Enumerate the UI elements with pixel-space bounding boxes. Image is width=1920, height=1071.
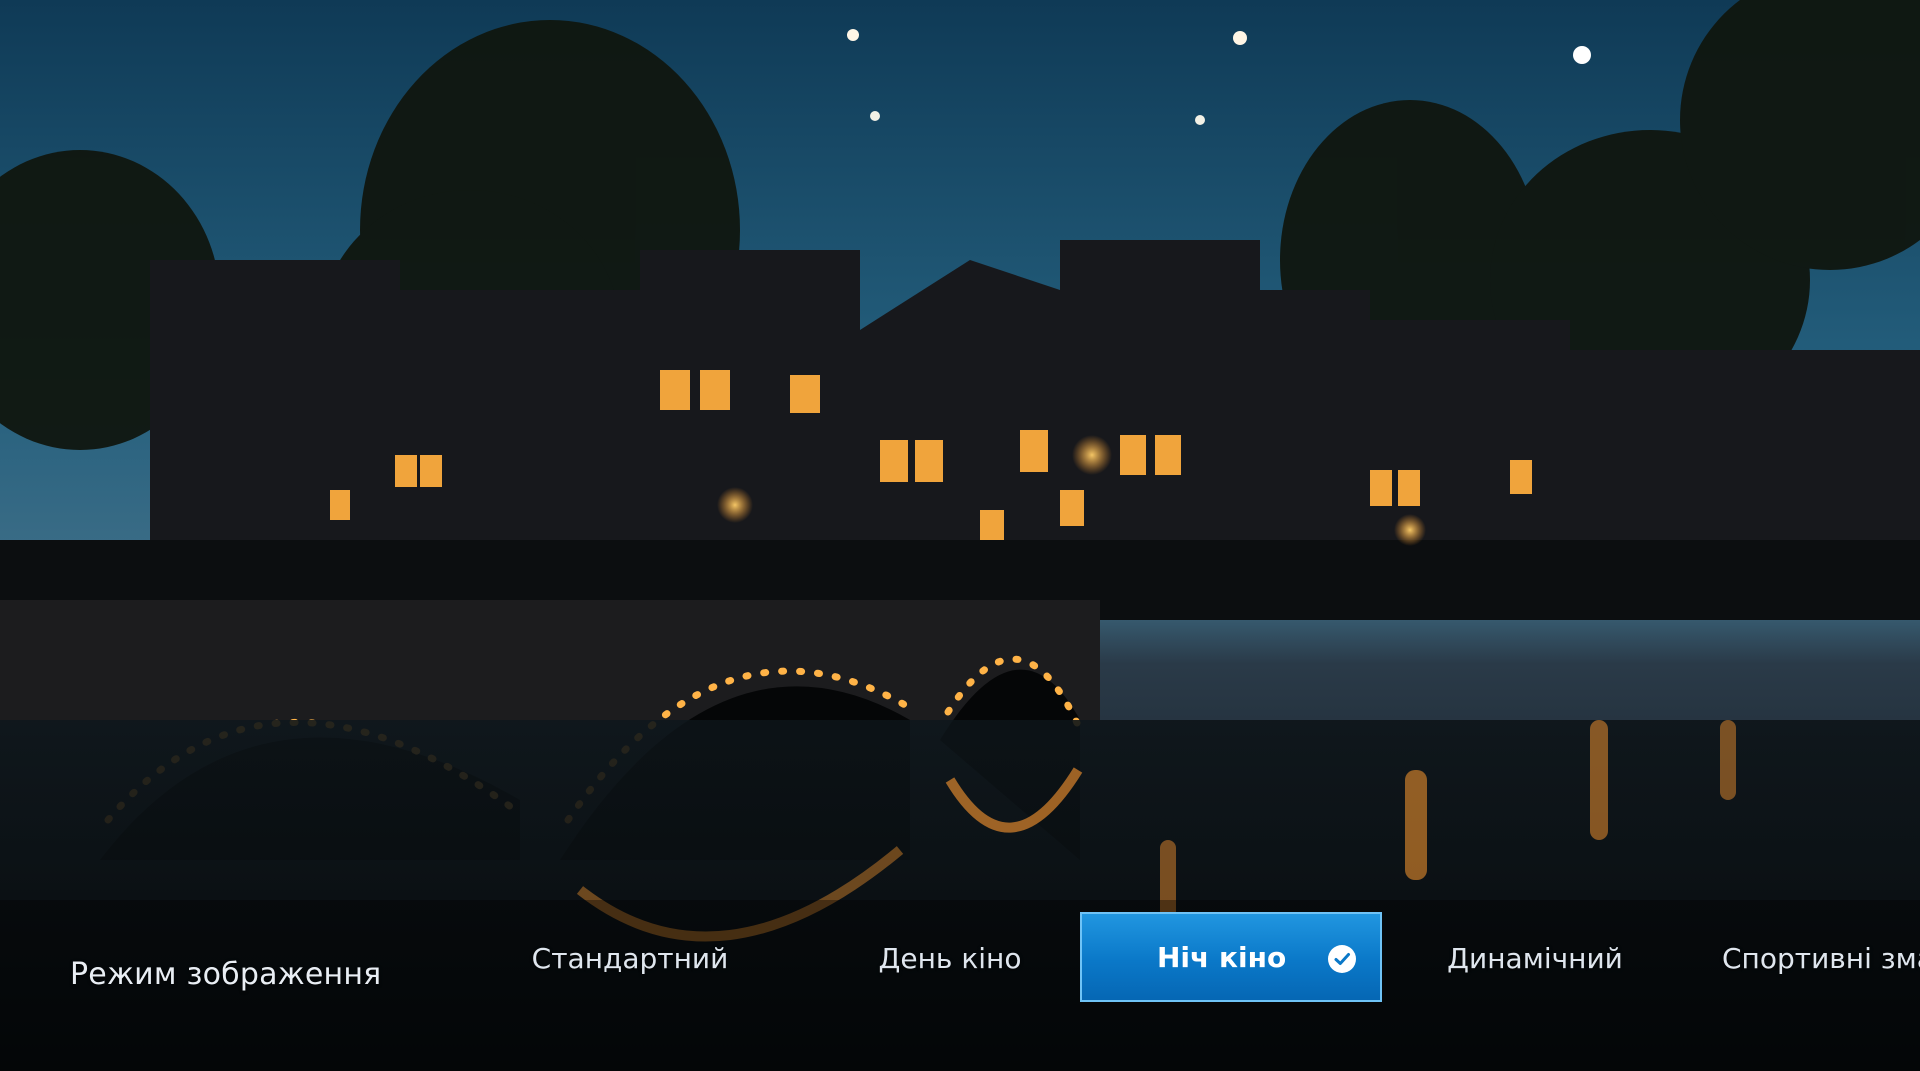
sky-light: [1195, 115, 1205, 125]
tv-screen: Режим зображення Стандартний День кіно Н…: [0, 0, 1920, 1071]
mode-label: День кіно: [878, 941, 1022, 975]
street-lamp: [1072, 435, 1112, 475]
mode-dynamic[interactable]: Динамічний: [1425, 912, 1645, 1004]
checkmark-icon: [1328, 945, 1356, 973]
sky-light: [1233, 31, 1247, 45]
sky-light: [1573, 46, 1591, 64]
mode-cinema-day[interactable]: День кіно: [840, 912, 1060, 1004]
background-photo: [0, 0, 1920, 1071]
mode-label: Динамічний: [1447, 941, 1623, 975]
street-lamp: [1394, 514, 1426, 546]
picture-mode-menu: Режим зображення Стандартний День кіно Н…: [0, 912, 1920, 1032]
street-lamp: [717, 487, 753, 523]
mode-label: Стандартний: [531, 941, 729, 975]
mode-label: Спортивні зма: [1722, 941, 1920, 975]
sky-light: [870, 111, 880, 121]
mode-cinema-night-selected[interactable]: Ніч кіно: [1080, 912, 1382, 1002]
mode-standard[interactable]: Стандартний: [520, 912, 740, 1004]
bridge: [0, 600, 1100, 720]
mode-sports[interactable]: Спортивні зма: [1700, 912, 1920, 1004]
sky-light: [847, 29, 859, 41]
mode-label: Ніч кіно: [1157, 940, 1287, 974]
menu-title: Режим зображення: [70, 957, 382, 992]
